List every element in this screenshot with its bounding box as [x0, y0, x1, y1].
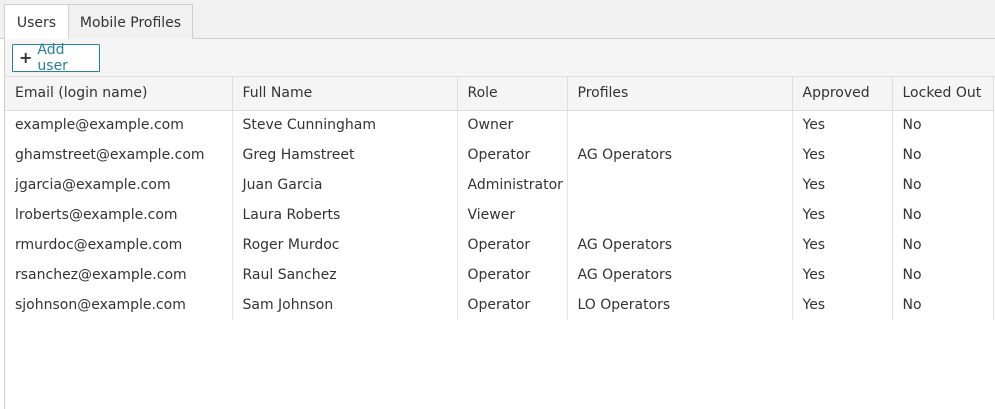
toolbar: + Add user [5, 39, 995, 77]
table-row[interactable]: rsanchez@example.com Raul Sanchez Operat… [5, 260, 994, 290]
add-user-button[interactable]: + Add user [12, 42, 100, 74]
cell-approved: Yes [792, 260, 893, 290]
cell-approved: Yes [792, 140, 893, 170]
cell-approved: Yes [792, 170, 893, 200]
add-user-label: Add user [37, 42, 68, 74]
cell-role: Owner [457, 110, 568, 140]
cell-profiles: AG Operators [567, 260, 793, 290]
cell-approved: Yes [792, 200, 893, 230]
cell-email: rsanchez@example.com [5, 260, 233, 290]
column-header-role[interactable]: Role [457, 77, 568, 111]
cell-locked-out: No [892, 230, 994, 260]
cell-profiles [567, 170, 793, 200]
cell-email: sjohnson@example.com [5, 290, 233, 320]
cell-full-name: Roger Murdoc [232, 230, 458, 260]
cell-email: rmurdoc@example.com [5, 230, 233, 260]
users-panel: + Add user Email (login name) Full Name … [4, 39, 995, 409]
table-row[interactable]: jgarcia@example.com Juan Garcia Administ… [5, 170, 994, 200]
cell-approved: Yes [792, 110, 893, 140]
users-table: Email (login name) Full Name Role Profil… [5, 77, 994, 320]
cell-full-name: Raul Sanchez [232, 260, 458, 290]
cell-locked-out: No [892, 290, 994, 320]
cell-profiles: LO Operators [567, 290, 793, 320]
cell-locked-out: No [892, 110, 994, 140]
cell-role: Operator [457, 230, 568, 260]
cell-profiles [567, 110, 793, 140]
cell-role: Operator [457, 140, 568, 170]
column-header-email[interactable]: Email (login name) [5, 77, 233, 111]
cell-email: ghamstreet@example.com [5, 140, 233, 170]
column-header-profiles[interactable]: Profiles [567, 77, 793, 111]
cell-full-name: Greg Hamstreet [232, 140, 458, 170]
cell-approved: Yes [792, 230, 893, 260]
column-header-locked-out[interactable]: Locked Out [892, 77, 994, 111]
column-header-approved[interactable]: Approved [792, 77, 893, 111]
column-header-full-name[interactable]: Full Name [232, 77, 458, 111]
cell-full-name: Juan Garcia [232, 170, 458, 200]
cell-role: Operator [457, 260, 568, 290]
table-row[interactable]: ghamstreet@example.com Greg Hamstreet Op… [5, 140, 994, 170]
cell-locked-out: No [892, 260, 994, 290]
cell-locked-out: No [892, 200, 994, 230]
cell-role: Operator [457, 290, 568, 320]
table-row[interactable]: sjohnson@example.com Sam Johnson Operato… [5, 290, 994, 320]
cell-profiles: AG Operators [567, 230, 793, 260]
table-header-row: Email (login name) Full Name Role Profil… [5, 77, 994, 111]
cell-email: lroberts@example.com [5, 200, 233, 230]
cell-locked-out: No [892, 170, 994, 200]
table-row[interactable]: lroberts@example.com Laura Roberts Viewe… [5, 200, 994, 230]
tab-mobile-profiles[interactable]: Mobile Profiles [68, 4, 193, 40]
plus-icon: + [19, 48, 33, 67]
cell-profiles [567, 200, 793, 230]
cell-email: example@example.com [5, 110, 233, 140]
cell-role: Viewer [457, 200, 568, 230]
cell-profiles: AG Operators [567, 140, 793, 170]
cell-role: Administrator [457, 170, 568, 200]
cell-full-name: Sam Johnson [232, 290, 458, 320]
cell-full-name: Laura Roberts [232, 200, 458, 230]
cell-full-name: Steve Cunningham [232, 110, 458, 140]
tab-bar: Users Mobile Profiles [0, 0, 995, 40]
table-row[interactable]: rmurdoc@example.com Roger Murdoc Operato… [5, 230, 994, 260]
cell-locked-out: No [892, 140, 994, 170]
cell-email: jgarcia@example.com [5, 170, 233, 200]
table-row[interactable]: example@example.com Steve Cunningham Own… [5, 110, 994, 140]
cell-approved: Yes [792, 290, 893, 320]
tab-users[interactable]: Users [4, 4, 69, 40]
